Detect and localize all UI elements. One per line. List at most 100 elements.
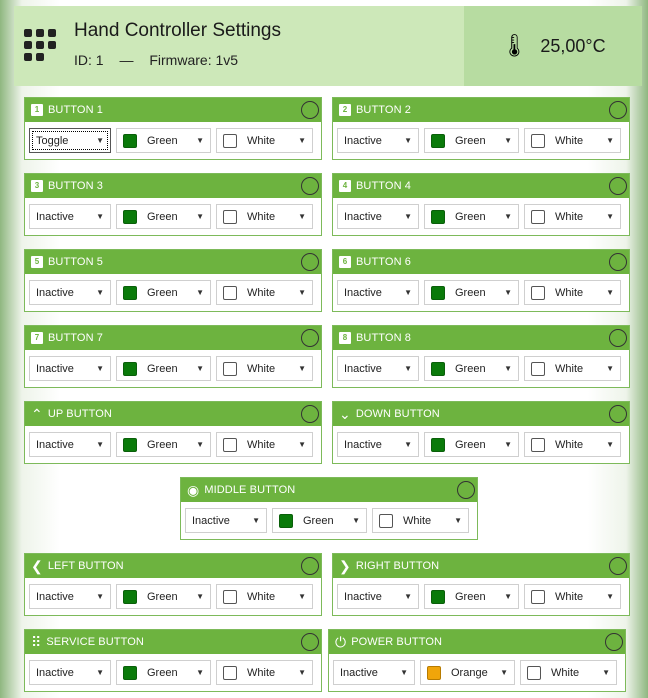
dropdown-arrow-icon: ▼: [504, 212, 512, 221]
color-swatch-icon: [279, 513, 293, 528]
mode-dropdown[interactable]: Inactive ▼: [29, 432, 111, 457]
led-color-1-dropdown[interactable]: Green ▼: [424, 204, 519, 229]
led-color-1-dropdown[interactable]: Green ▼: [272, 508, 367, 533]
led-color-2-value: White: [555, 286, 584, 299]
dropdown-arrow-icon: ▼: [96, 288, 104, 297]
mode-dropdown[interactable]: Inactive ▼: [337, 432, 419, 457]
dropdown-arrow-icon: ▼: [298, 592, 306, 601]
led-color-1-dropdown[interactable]: Green ▼: [424, 280, 519, 305]
led-color-2-dropdown[interactable]: White ▼: [524, 432, 621, 457]
mode-dropdown[interactable]: Inactive ▼: [337, 128, 419, 153]
led-color-1-dropdown[interactable]: Green ▼: [116, 204, 211, 229]
mode-dropdown[interactable]: Inactive ▼: [29, 204, 111, 229]
color-swatch-icon: [531, 361, 545, 376]
panel-header: 7 BUTTON 7: [25, 326, 321, 350]
number-7-icon: 7: [31, 332, 43, 344]
led-color-1-dropdown[interactable]: Orange ▼: [420, 660, 515, 685]
led-color-1-value: Green: [455, 210, 486, 223]
led-color-2-dropdown[interactable]: White ▼: [216, 584, 313, 609]
led-color-2-dropdown[interactable]: White ▼: [524, 128, 621, 153]
panel-header: 2 BUTTON 2: [333, 98, 629, 122]
led-color-2-dropdown[interactable]: White ▼: [520, 660, 617, 685]
status-indicator: [301, 405, 319, 423]
dropdown-arrow-icon: ▼: [504, 592, 512, 601]
led-color-2-dropdown[interactable]: White ▼: [524, 584, 621, 609]
mode-dropdown[interactable]: Inactive ▼: [29, 660, 111, 685]
led-color-2-dropdown[interactable]: White ▼: [524, 356, 621, 381]
color-swatch-icon: [123, 437, 137, 452]
led-color-1-dropdown[interactable]: Green ▼: [424, 356, 519, 381]
led-color-1-dropdown[interactable]: Green ▼: [116, 356, 211, 381]
led-color-2-dropdown[interactable]: White ▼: [524, 280, 621, 305]
panel-controls: Inactive ▼ Green ▼ White ▼: [333, 578, 629, 609]
color-swatch-icon: [123, 361, 137, 376]
led-color-2-dropdown[interactable]: White ▼: [216, 356, 313, 381]
panel-header: ⠿ SERVICE BUTTON: [25, 630, 321, 654]
led-color-1-dropdown[interactable]: Green ▼: [424, 432, 519, 457]
dropdown-arrow-icon: ▼: [298, 364, 306, 373]
panel-controls: Inactive ▼ Green ▼ White ▼: [25, 654, 321, 685]
panel-title: BUTTON 2: [356, 104, 411, 116]
led-color-1-dropdown[interactable]: Green ▼: [424, 584, 519, 609]
status-indicator: [609, 557, 627, 575]
dropdown-arrow-icon: ▼: [504, 136, 512, 145]
firmware-value: 1v5: [215, 52, 239, 68]
panel-header: 4 BUTTON 4: [333, 174, 629, 198]
mode-value: Inactive: [36, 210, 74, 223]
status-indicator: [609, 253, 627, 271]
mode-value: Inactive: [36, 666, 74, 679]
led-color-1-dropdown[interactable]: Green ▼: [116, 584, 211, 609]
status-indicator: [609, 177, 627, 195]
led-color-1-dropdown[interactable]: Green ▼: [116, 660, 211, 685]
color-swatch-icon: [431, 361, 445, 376]
dropdown-arrow-icon: ▼: [298, 668, 306, 677]
color-swatch-icon: [527, 665, 541, 680]
color-swatch-icon: [431, 589, 445, 604]
led-color-1-dropdown[interactable]: Green ▼: [116, 280, 211, 305]
mode-dropdown[interactable]: Inactive ▼: [337, 584, 419, 609]
dropdown-arrow-icon: ▼: [404, 592, 412, 601]
led-color-2-dropdown[interactable]: White ▼: [216, 280, 313, 305]
dropdown-arrow-icon: ▼: [96, 364, 104, 373]
mode-dropdown[interactable]: Inactive ▼: [333, 660, 415, 685]
dropdown-arrow-icon: ▼: [298, 136, 306, 145]
mode-dropdown[interactable]: Inactive ▼: [185, 508, 267, 533]
led-color-2-dropdown[interactable]: White ▼: [524, 204, 621, 229]
app-header: Hand Controller Settings ID: 1 — Firmwar…: [14, 6, 642, 86]
led-color-1-value: Green: [147, 286, 178, 299]
color-swatch-icon: [379, 513, 393, 528]
led-color-2-dropdown[interactable]: White ▼: [372, 508, 469, 533]
led-color-1-value: Green: [455, 362, 486, 375]
panel-header: ⌃ UP BUTTON: [25, 402, 321, 426]
mode-dropdown[interactable]: Inactive ▼: [29, 356, 111, 381]
panel-header: ❯ RIGHT BUTTON: [333, 554, 629, 578]
led-color-2-dropdown[interactable]: White ▼: [216, 660, 313, 685]
led-color-1-value: Green: [455, 438, 486, 451]
dropdown-arrow-icon: ▼: [504, 288, 512, 297]
mode-dropdown[interactable]: Inactive ▼: [29, 280, 111, 305]
led-color-1-dropdown[interactable]: Green ▼: [116, 432, 211, 457]
led-color-2-dropdown[interactable]: White ▼: [216, 204, 313, 229]
mode-dropdown[interactable]: Inactive ▼: [29, 584, 111, 609]
led-color-1-dropdown[interactable]: Green ▼: [424, 128, 519, 153]
led-color-1-dropdown[interactable]: Green ▼: [116, 128, 211, 153]
mode-dropdown[interactable]: Inactive ▼: [337, 356, 419, 381]
panel-middle-button: ◉ MIDDLE BUTTON Inactive ▼ Green ▼ White…: [180, 477, 478, 540]
mode-dropdown[interactable]: Inactive ▼: [337, 280, 419, 305]
mode-dropdown[interactable]: Toggle ▼: [29, 128, 111, 153]
dropdown-arrow-icon: ▼: [196, 592, 204, 601]
dropdown-arrow-icon: ▼: [404, 288, 412, 297]
dropdown-arrow-icon: ▼: [96, 212, 104, 221]
status-indicator: [609, 101, 627, 119]
id-value: 1: [95, 52, 104, 68]
led-color-2-dropdown[interactable]: White ▼: [216, 128, 313, 153]
status-indicator: [301, 329, 319, 347]
panel-up-button: ⌃ UP BUTTON Inactive ▼ Green ▼ White ▼: [24, 401, 322, 464]
panel-header: ◉ MIDDLE BUTTON: [181, 478, 477, 502]
panel-controls: Inactive ▼ Green ▼ White ▼: [25, 350, 321, 381]
mode-dropdown[interactable]: Inactive ▼: [337, 204, 419, 229]
number-6-icon: 6: [339, 256, 351, 268]
color-swatch-icon: [223, 437, 237, 452]
panel-power-button: ⏻ POWER BUTTON Inactive ▼ Orange ▼ White…: [328, 629, 626, 692]
led-color-2-dropdown[interactable]: White ▼: [216, 432, 313, 457]
